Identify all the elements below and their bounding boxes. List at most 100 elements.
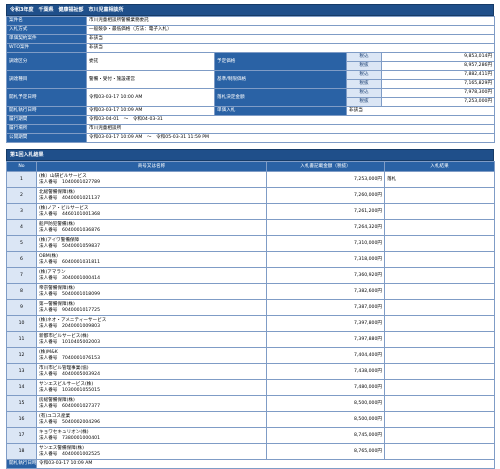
table-row: 4 船戸防犯警備(株) 法人番号 6040001036876 7,264,320円 bbox=[6, 219, 495, 236]
bid-result bbox=[384, 235, 495, 252]
bid-amount: 7,318,000円 bbox=[266, 251, 385, 268]
bid-amount: 8,745,000円 bbox=[266, 427, 385, 444]
corp-number: 1040001027789 bbox=[62, 179, 100, 185]
col-name: 商号又は名称 bbox=[36, 161, 267, 172]
col-amount: 入札書記載金額（税抜） bbox=[266, 161, 385, 172]
table-row: 7 (株)アマラン 法人番号 3040001000414 7,360,920円 bbox=[6, 267, 495, 284]
bid-result bbox=[384, 427, 495, 444]
bidder-corp: 法人番号 1010405002003 bbox=[39, 340, 264, 346]
tax-out-label: 税抜 bbox=[346, 61, 382, 71]
base-price-taxout: 7,165,829円 bbox=[380, 79, 496, 89]
table-row: 16 (有)ユコス産業 法人番号 5040002004296 8,500,000円 bbox=[6, 411, 495, 428]
label-footer-opening: 開札執行日時 bbox=[6, 459, 37, 469]
bidder-name-cell: 船戸防犯警備(株) 法人番号 6040001036876 bbox=[36, 219, 267, 236]
planned-opening: 令和03-03-17 10:00 AM bbox=[86, 88, 215, 107]
bidder-corp: 法人番号 4040005003924 bbox=[39, 372, 264, 378]
corp-label: 法人番号 bbox=[39, 211, 58, 217]
bidder-corp: 法人番号 4460101001368 bbox=[39, 212, 264, 218]
bidder-no: 6 bbox=[6, 251, 37, 268]
bidder-name-cell: (株）山研ビルサービス 法人番号 1040001027789 bbox=[36, 171, 267, 188]
planned-price-taxin: 9,853,014円 bbox=[380, 52, 496, 62]
bidder-name-cell: (株)アマラン 法人番号 3040001000414 bbox=[36, 267, 267, 284]
table-row: 3 (株)ノア・ビルサービス 法人番号 4460101001368 7,261,200… bbox=[6, 203, 495, 220]
label-method: 入札方式 bbox=[6, 25, 87, 35]
bid-amount: 7,264,320円 bbox=[266, 219, 385, 236]
corp-number: 5040001059837 bbox=[62, 243, 100, 249]
bidder-corp: 法人番号 5040002004296 bbox=[39, 420, 264, 426]
bidder-no: 4 bbox=[6, 219, 37, 236]
label-case-name: 案件名 bbox=[6, 16, 87, 26]
tax-out-label: 税抜 bbox=[346, 97, 382, 107]
bid-amount: 7,397,880円 bbox=[266, 331, 385, 348]
performance-period: 令和03-04-01 ～ 令和04-03-31 bbox=[85, 115, 496, 125]
bid-amount: 7,260,000円 bbox=[266, 187, 385, 204]
bidder-no: 1 bbox=[6, 171, 37, 188]
award-price-taxout: 7,253,000円 bbox=[380, 97, 496, 107]
wto-value: 非該当 bbox=[85, 43, 496, 53]
bidder-corp: 法人番号 2040001009803 bbox=[39, 324, 264, 330]
corp-number: 7040001076153 bbox=[62, 355, 100, 361]
bidder-corp: 法人番号 7380001000401 bbox=[39, 436, 264, 442]
corp-label: 法人番号 bbox=[39, 387, 58, 393]
bid-amount: 7,438,000円 bbox=[266, 363, 385, 380]
table-row: 8 帝京警備保障(株) 法人番号 5040001018099 7,382,600円 bbox=[6, 283, 495, 300]
tax-in-label: 税込 bbox=[346, 52, 382, 62]
bid-result bbox=[384, 299, 495, 316]
table-row: 5 (株)アイワ警備保障 法人番号 5040001059837 7,310,000円 bbox=[6, 235, 495, 252]
corp-number: 6040001036876 bbox=[62, 227, 100, 233]
bidder-no: 16 bbox=[6, 411, 37, 428]
corp-number: 1030001055015 bbox=[62, 387, 100, 393]
bidder-no: 17 bbox=[6, 427, 37, 444]
corp-label: 法人番号 bbox=[39, 403, 58, 409]
corp-number: 4040001002525 bbox=[62, 451, 100, 457]
label-unit-contract: 単価契約案件 bbox=[6, 34, 87, 44]
results-table: No 商号又は名称 入札書記載金額（税抜） 入札結果 1 (株）山研ビルサービス法… bbox=[6, 161, 495, 469]
bid-result: 落札 bbox=[384, 171, 495, 188]
table-row: 1 (株）山研ビルサービス 法人番号 1040001027789 7,253,000円… bbox=[6, 171, 495, 188]
unit-contract-value: 非該当 bbox=[85, 34, 496, 44]
office-header: 令和3年度 千葉県 健康福祉部 市川児童相談所 bbox=[6, 4, 494, 16]
bidder-name-cell: (株)アイワ警備保障 法人番号 5040001059837 bbox=[36, 235, 267, 252]
bidder-name-cell: 第一警備保障(株) 法人番号 9040001017725 bbox=[36, 299, 267, 316]
bid-amount: 7,261,200円 bbox=[266, 203, 385, 220]
corp-number: 7380001000401 bbox=[62, 435, 100, 441]
bidder-name-cell: (株)ネオ・アメニティーサービス 法人番号 2040001009803 bbox=[36, 315, 267, 332]
bidder-name-cell: (株)M&K 法人番号 7040001076153 bbox=[36, 347, 267, 364]
table-row: 6 OBM(株) 法人番号 6040001031811 7,318,000円 bbox=[6, 251, 495, 268]
bid-result bbox=[384, 267, 495, 284]
table-row: 12 (株)M&K 法人番号 7040001076153 7,404,400円 bbox=[6, 347, 495, 364]
bidder-no: 13 bbox=[6, 363, 37, 380]
bid-result bbox=[384, 203, 495, 220]
table-row: 14 サンエスビルサービス(株) 法人番号 1030001055015 7,480,0… bbox=[6, 379, 495, 396]
bid-amount: 8,500,000円 bbox=[266, 395, 385, 412]
bid-amount: 7,404,400円 bbox=[266, 347, 385, 364]
corp-number: 4040005003924 bbox=[62, 371, 100, 377]
bidder-name-cell: 新都市ビルサービス(株) 法人番号 1010405002003 bbox=[36, 331, 267, 348]
bidder-list: 1 (株）山研ビルサービス 法人番号 1040001027789 7,253,000円… bbox=[6, 171, 495, 460]
bidder-no: 8 bbox=[6, 283, 37, 300]
bidder-name-cell: (株)ノア・ビルサービス 法人番号 4460101001368 bbox=[36, 203, 267, 220]
corp-number: 3040001000414 bbox=[62, 275, 100, 281]
corp-label: 法人番号 bbox=[39, 275, 58, 281]
bid-amount: 7,382,600円 bbox=[266, 283, 385, 300]
col-result: 入札結果 bbox=[384, 161, 495, 172]
bidder-name-cell: 北総警備保障(株) 法人番号 4040001021137 bbox=[36, 187, 267, 204]
bid-result bbox=[384, 251, 495, 268]
unit-bid-value: 非該当 bbox=[345, 106, 496, 116]
corp-label: 法人番号 bbox=[39, 339, 58, 345]
bidder-corp: 法人番号 5040001018099 bbox=[39, 292, 264, 298]
label-base-price: 基準/制限価格 bbox=[214, 70, 347, 89]
corp-label: 法人番号 bbox=[39, 307, 58, 313]
bidder-no: 11 bbox=[6, 331, 37, 348]
table-row: 10 (株)ネオ・アメニティーサービス 法人番号 2040001009803 7,39… bbox=[6, 315, 495, 332]
bidder-corp: 法人番号 5040001059837 bbox=[39, 244, 264, 250]
bidder-no: 14 bbox=[6, 379, 37, 396]
corp-label: 法人番号 bbox=[39, 355, 58, 361]
label-award-price: 落札決定金額 bbox=[214, 88, 347, 107]
corp-number: 6040001027377 bbox=[62, 403, 100, 409]
label-publication: 公開期間 bbox=[6, 133, 87, 143]
tax-out-label: 税抜 bbox=[346, 79, 382, 89]
bid-amount: 8,500,000円 bbox=[266, 411, 385, 428]
bidder-name-cell: サンエスビルサービス(株) 法人番号 1030001055015 bbox=[36, 379, 267, 396]
corp-number: 4460101001368 bbox=[62, 211, 100, 217]
